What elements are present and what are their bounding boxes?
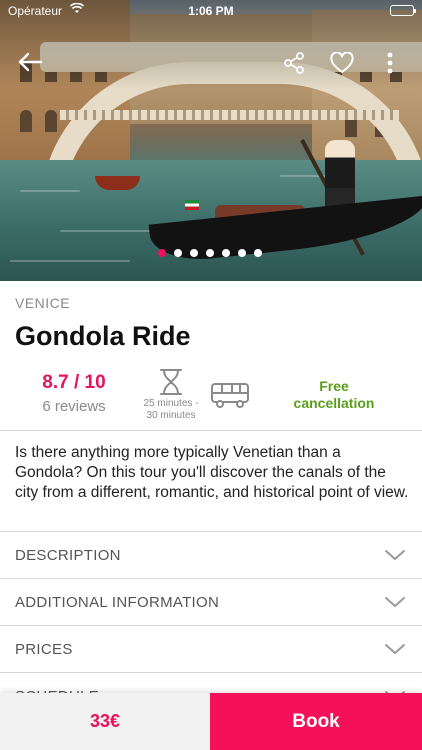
favorite-button[interactable] — [328, 50, 356, 76]
clock: 1:06 PM — [188, 4, 234, 18]
gallery-dot[interactable] — [238, 249, 246, 257]
bus-icon — [210, 381, 252, 414]
water-ripple — [60, 230, 150, 232]
share-icon — [284, 52, 304, 74]
gallery-dot[interactable] — [254, 249, 262, 257]
section-label: DESCRIPTION — [15, 547, 121, 564]
share-button[interactable] — [281, 50, 307, 76]
city-label: VENICE — [15, 295, 71, 311]
back-button[interactable] — [14, 50, 46, 74]
price-label: 33€ — [0, 693, 210, 750]
section-prices[interactable]: PRICES — [0, 626, 422, 673]
hero-image[interactable] — [0, 0, 422, 281]
hero-window — [20, 110, 32, 132]
gallery-dot[interactable] — [222, 249, 230, 257]
arrow-left-icon — [18, 52, 43, 72]
chevron-down-icon — [385, 597, 405, 608]
rating-score: 8.7 / 10 — [42, 372, 106, 393]
tour-stats: 8.7 / 10 6 reviews 25 minutes -30 minute… — [0, 364, 422, 430]
more-button[interactable] — [380, 50, 400, 76]
gallery-dot[interactable] — [190, 249, 198, 257]
water-ripple — [20, 190, 80, 192]
bridge-balustrade — [60, 110, 400, 120]
gondola-flag — [185, 200, 199, 210]
divider — [0, 430, 422, 431]
battery-icon — [390, 5, 416, 16]
section-label: PRICES — [15, 641, 73, 658]
duration-block: 25 minutes -30 minutes — [134, 368, 208, 422]
chevron-down-icon — [385, 550, 405, 561]
gallery-dot[interactable] — [174, 249, 182, 257]
booking-bar: 33€ Book — [0, 693, 422, 750]
free-cancellation-label: Free cancellation — [293, 378, 375, 411]
gallery-pagination[interactable] — [158, 249, 262, 257]
heart-icon — [330, 52, 354, 73]
rating-block[interactable]: 8.7 / 10 6 reviews — [22, 372, 126, 415]
small-boat — [95, 176, 140, 190]
hourglass-icon — [160, 369, 182, 395]
tour-summary: Is there anything more typically Venetia… — [15, 444, 409, 501]
section-additional-information[interactable]: ADDITIONAL INFORMATION — [0, 579, 422, 626]
section-description[interactable]: DESCRIPTION — [0, 532, 422, 579]
chevron-down-icon — [385, 644, 405, 655]
status-bar: Opérateur 1:06 PM — [0, 0, 422, 22]
hero-window — [45, 110, 57, 132]
page-title: Gondola Ride — [15, 321, 191, 351]
book-button[interactable]: Book — [210, 693, 422, 750]
gallery-dot[interactable] — [206, 249, 214, 257]
more-vertical-icon — [387, 52, 393, 74]
reviews-count[interactable]: 6 reviews — [22, 398, 126, 415]
water-ripple — [10, 260, 130, 262]
section-label: ADDITIONAL INFORMATION — [15, 594, 220, 611]
gallery-dot[interactable] — [158, 249, 166, 257]
duration-label: 25 minutes -30 minutes — [143, 398, 199, 421]
